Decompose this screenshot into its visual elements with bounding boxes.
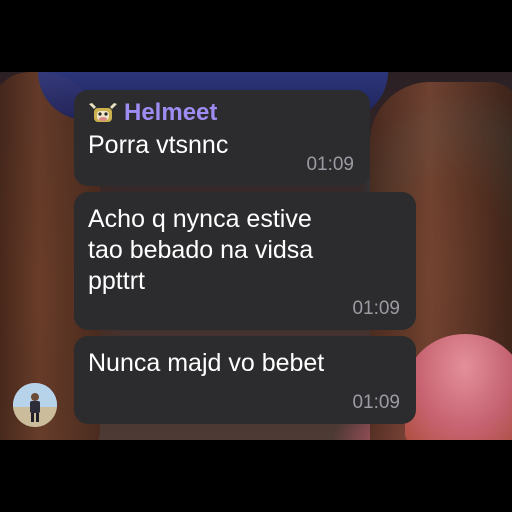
message-bubble[interactable]: Helmeet Porra vtsnnc 01:09 bbox=[74, 90, 370, 186]
sender-row: Helmeet bbox=[88, 98, 356, 128]
message-timestamp: 01:09 bbox=[352, 392, 400, 413]
message-timestamp: 01:09 bbox=[306, 154, 354, 175]
message-text: Acho q nynca estive tao bebado na vidsa … bbox=[88, 205, 314, 295]
message-timestamp: 01:09 bbox=[352, 298, 400, 319]
message-bubble[interactable]: Acho q nynca estive tao bebado na vidsa … bbox=[74, 192, 416, 330]
cow-icon bbox=[88, 100, 118, 126]
message-text: Nunca majd vo bebet bbox=[88, 349, 325, 377]
background-cup bbox=[405, 334, 512, 440]
chat-screenshot: Helmeet Porra vtsnnc 01:09 Acho q nynca … bbox=[0, 0, 512, 512]
avatar[interactable] bbox=[13, 383, 57, 427]
message-bubble[interactable]: Nunca majd vo bebet 01:09 bbox=[74, 336, 416, 424]
sender-name[interactable]: Helmeet bbox=[124, 99, 217, 127]
